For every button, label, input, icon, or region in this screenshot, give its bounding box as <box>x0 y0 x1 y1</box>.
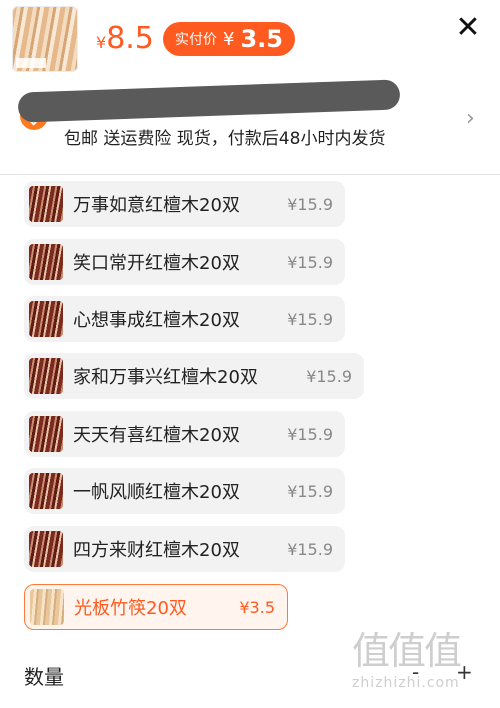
option-thumbnail <box>30 589 64 625</box>
original-price: ¥8.5 <box>96 20 154 62</box>
option-thumbnail <box>29 358 63 394</box>
option-name: 笑口常开红檀木20双 <box>73 253 240 274</box>
pay-price-value: 3.5 <box>240 25 283 53</box>
option-item[interactable]: 四方来财红檀木20双 ¥15.9 <box>24 526 345 572</box>
option-name: 四方来财红檀木20双 <box>73 540 240 561</box>
option-price: ¥3.5 <box>239 597 275 617</box>
redaction-mark <box>17 79 401 123</box>
currency-symbol: ¥ <box>96 33 107 52</box>
option-thumbnail <box>29 301 63 337</box>
option-thumbnail <box>29 244 63 280</box>
option-item[interactable]: 心想事成红檀木20双 ¥15.9 <box>24 296 345 342</box>
option-name: 万事如意红檀木20双 <box>73 195 240 216</box>
shipping-info-row[interactable]: 包邮 送运费险 现货，付款后48小时内发货 › <box>0 79 500 154</box>
option-name: 一帆风顺红檀木20双 <box>73 482 240 503</box>
product-thumbnail[interactable] <box>12 6 78 72</box>
original-price-value: 8.5 <box>106 21 154 56</box>
option-price: ¥15.9 <box>287 194 333 214</box>
quantity-label: 数量 <box>24 665 64 689</box>
option-thumbnail <box>29 473 63 509</box>
option-thumbnail <box>29 416 63 452</box>
pay-currency-symbol: ¥ <box>223 28 235 50</box>
shipping-terms: 包邮 送运费险 现货，付款后48小时内发货 <box>64 129 386 149</box>
option-item[interactable]: 家和万事兴红檀木20双 ¥15.9 <box>24 353 364 399</box>
option-thumbnail <box>29 186 63 222</box>
option-price: ¥15.9 <box>306 366 352 386</box>
option-price: ¥15.9 <box>287 481 333 501</box>
option-price: ¥15.9 <box>287 539 333 559</box>
option-price: ¥15.9 <box>287 252 333 272</box>
option-item-selected[interactable]: 光板竹筷20双 ¥3.5 <box>24 584 288 630</box>
option-price: ¥15.9 <box>287 424 333 444</box>
section-divider <box>0 174 500 175</box>
option-item[interactable]: 一帆风顺红檀木20双 ¥15.9 <box>24 468 345 514</box>
option-thumbnail <box>29 531 63 567</box>
chevron-right-icon[interactable]: › <box>466 106 475 131</box>
option-item[interactable]: 笑口常开红檀木20双 ¥15.9 <box>24 239 345 285</box>
option-name: 心想事成红檀木20双 <box>73 310 240 331</box>
pay-price-badge: 实付价 ¥ 3.5 <box>163 22 295 56</box>
option-item[interactable]: 天天有喜红檀木20双 ¥15.9 <box>24 411 345 457</box>
option-name: 光板竹筷20双 <box>74 598 187 619</box>
watermark-logo: 值值值 <box>352 629 462 673</box>
close-icon[interactable]: ✕ <box>452 12 484 44</box>
option-item[interactable]: 万事如意红檀木20双 ¥15.9 <box>24 181 345 227</box>
pay-price-label: 实付价 <box>175 32 217 48</box>
watermark: 值值值 zhizhizhi.com <box>352 620 492 700</box>
option-name: 家和万事兴红檀木20双 <box>73 367 258 388</box>
option-price: ¥15.9 <box>287 309 333 329</box>
product-header: ¥8.5 实付价 ¥ 3.5 ✕ 包邮 送运费险 现货，付款后48小时内发货 › <box>0 0 500 175</box>
option-name: 天天有喜红檀木20双 <box>73 425 240 446</box>
watermark-text: zhizhizhi.com <box>352 675 460 691</box>
